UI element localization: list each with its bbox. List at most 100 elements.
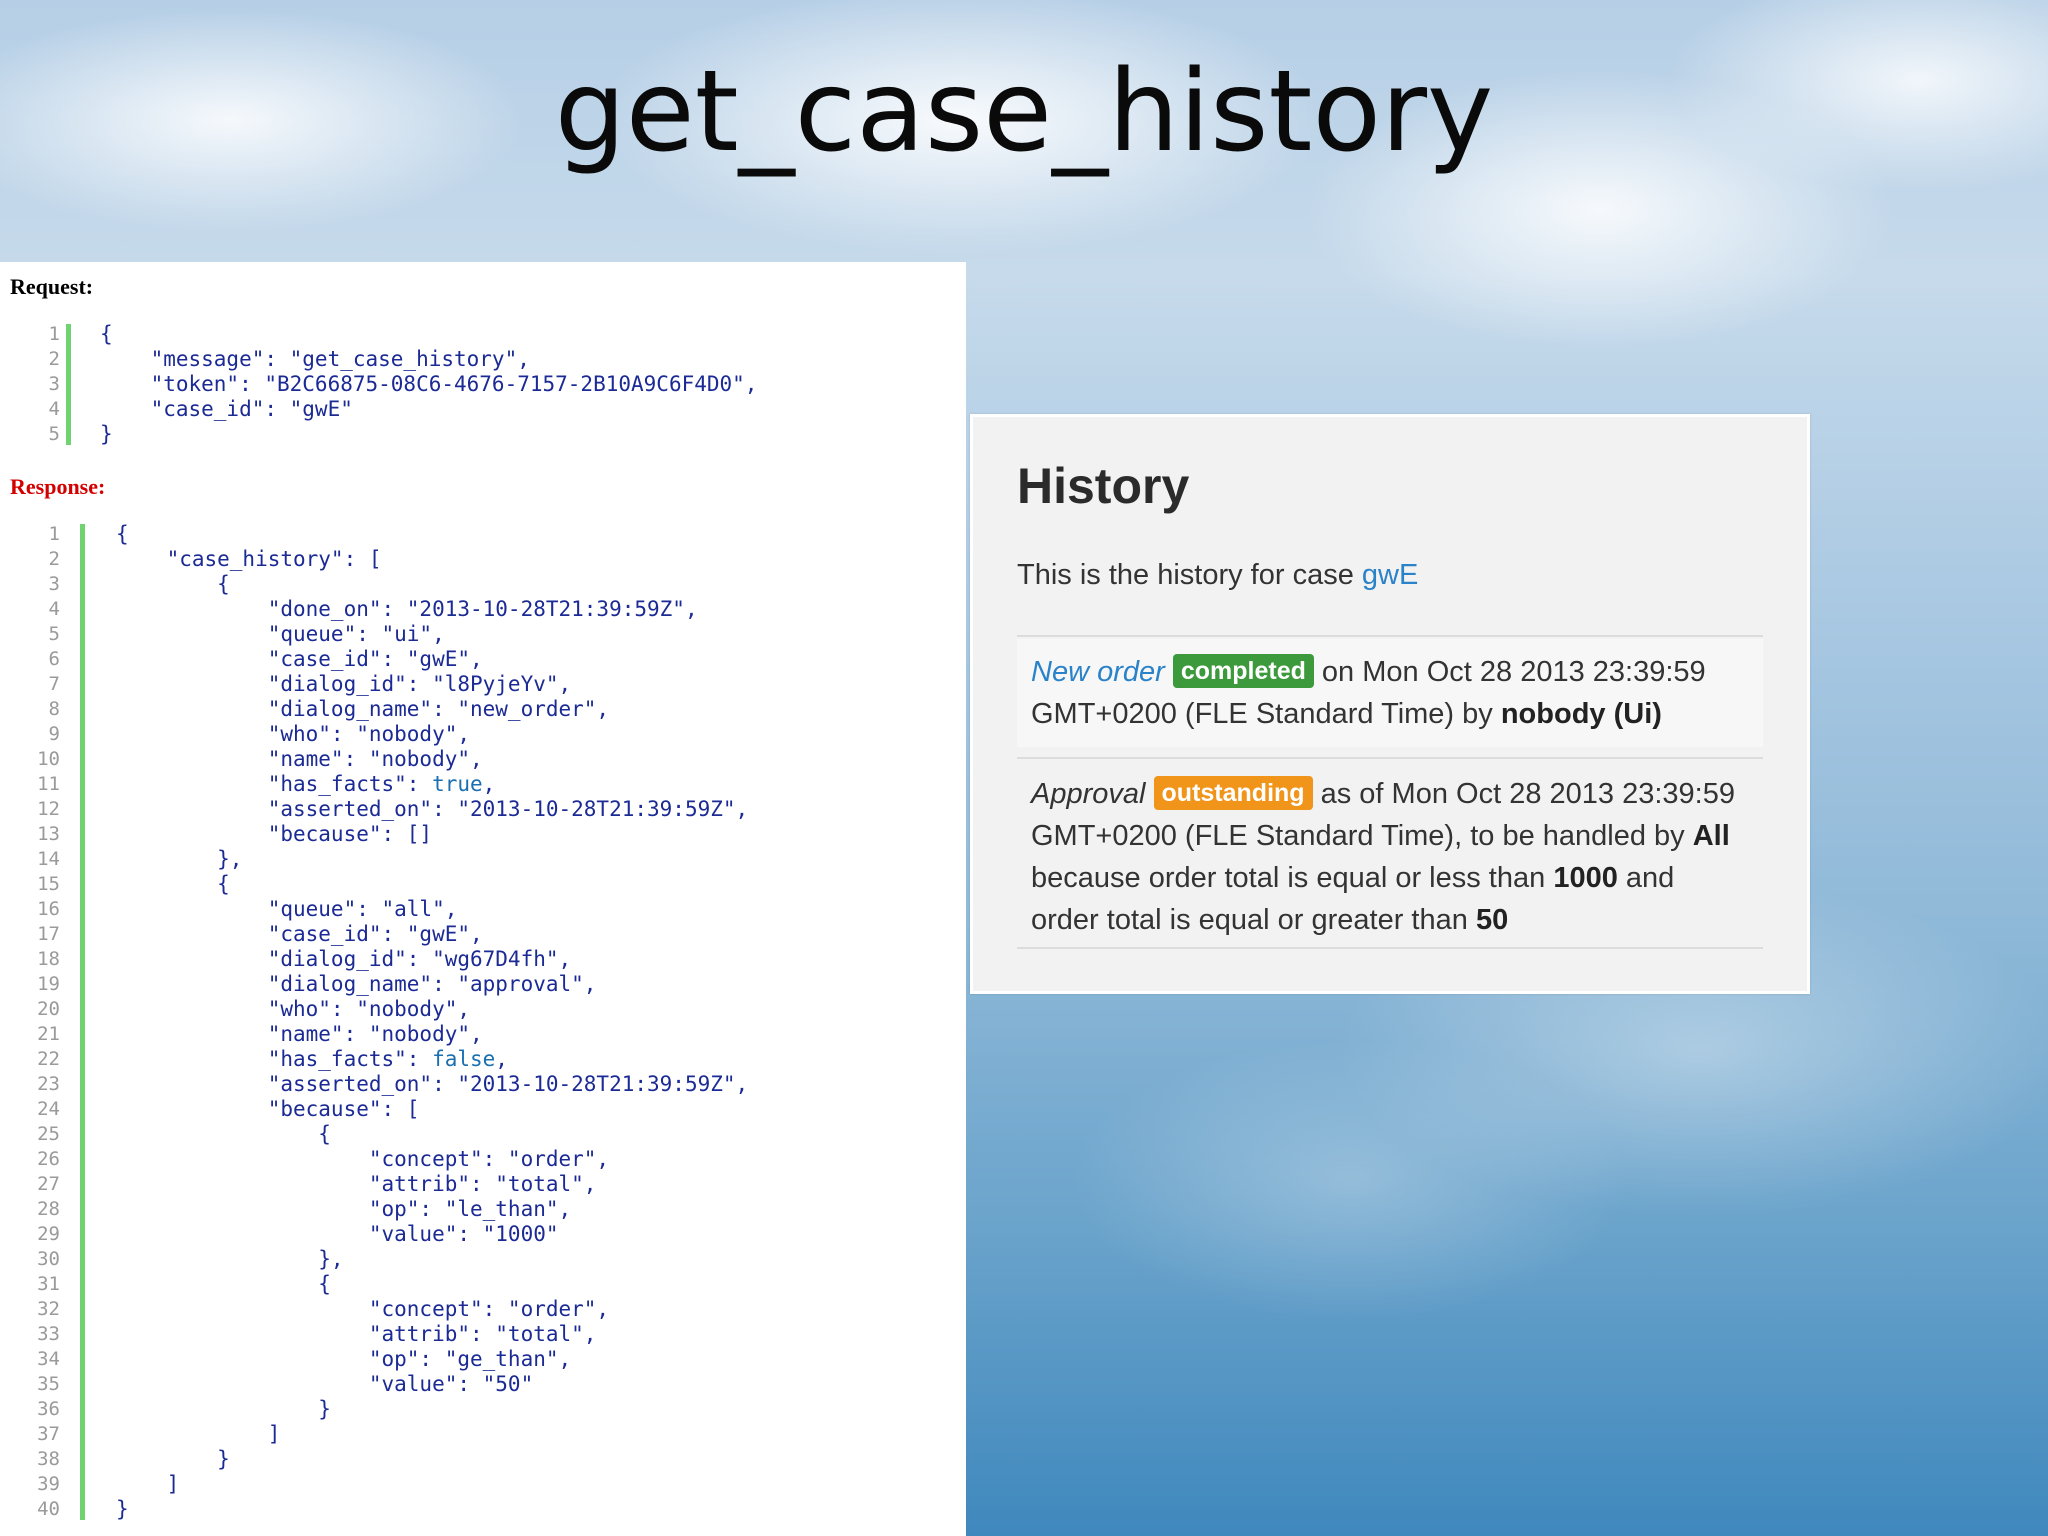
code-text: "dialog_name": "new_order", <box>116 697 610 721</box>
line-number: 30 <box>37 1248 60 1270</box>
line-number: 3 <box>48 373 60 395</box>
code-text: "op": "le_than", <box>116 1197 572 1221</box>
history-intro: This is the history for case gwE <box>1017 559 1418 592</box>
code-text: "has_facts": false, <box>116 1047 508 1071</box>
response-label: Response: <box>10 474 106 499</box>
history-intro-text: This is the history for case <box>1017 559 1362 591</box>
line-number: 25 <box>37 1123 60 1145</box>
code-text: }, <box>116 847 243 871</box>
history-entry-approval: Approval outstanding as of Mon Oct 28 20… <box>1017 761 1763 941</box>
code-text: } <box>116 1397 331 1421</box>
line-number: 4 <box>48 398 60 420</box>
code-text: "dialog_id": "l8PyjeYv", <box>116 672 572 696</box>
line-number: 38 <box>37 1448 60 1470</box>
code-text: "has_facts": true, <box>116 772 496 796</box>
line-number: 26 <box>37 1148 60 1170</box>
code-text: "asserted_on": "2013-10-28T21:39:59Z", <box>116 1072 749 1096</box>
line-number: 27 <box>37 1173 60 1195</box>
step-link-new-order[interactable]: New order <box>1031 656 1165 688</box>
code-text: "concept": "order", <box>116 1297 610 1321</box>
case-link[interactable]: gwE <box>1362 559 1418 591</box>
line-number: 1 <box>48 323 60 345</box>
line-number: 8 <box>48 698 60 720</box>
line-number: 4 <box>48 598 60 620</box>
line-number: 37 <box>37 1423 60 1445</box>
code-text: } <box>100 422 113 446</box>
entry-actor: nobody (Ui) <box>1500 698 1662 730</box>
line-number: 39 <box>37 1473 60 1495</box>
code-text: ] <box>116 1472 180 1496</box>
code-text: "name": "nobody", <box>116 1022 483 1046</box>
code-text: "attrib": "total", <box>116 1322 597 1346</box>
step-name-approval: Approval <box>1031 778 1146 810</box>
line-number: 23 <box>37 1073 60 1095</box>
code-text: "queue": "ui", <box>116 622 445 646</box>
divider <box>1017 757 1763 759</box>
line-number: 3 <box>48 573 60 595</box>
line-number: 32 <box>37 1298 60 1320</box>
line-number: 1 <box>48 523 60 545</box>
code-text: { <box>116 872 230 896</box>
line-number: 36 <box>37 1398 60 1420</box>
line-number: 11 <box>37 773 60 795</box>
line-number: 10 <box>37 748 60 770</box>
code-text: "because": [] <box>116 822 433 846</box>
code-text: "value": "50" <box>116 1372 534 1396</box>
status-badge-completed: completed <box>1172 654 1314 688</box>
code-text: "who": "nobody", <box>116 997 471 1021</box>
line-number: 18 <box>37 948 60 970</box>
code-text: "case_history": [ <box>116 547 382 571</box>
code-text: "queue": "all", <box>116 897 458 921</box>
line-number: 9 <box>48 723 60 745</box>
code-text: "case_id": "gwE", <box>116 647 483 671</box>
line-number: 31 <box>37 1273 60 1295</box>
line-number: 33 <box>37 1323 60 1345</box>
line-number: 20 <box>37 998 60 1020</box>
history-heading: History <box>1017 458 1190 514</box>
line-number: 12 <box>37 798 60 820</box>
code-text: "case_id": "gwE" <box>100 397 353 421</box>
line-number: 24 <box>37 1098 60 1120</box>
code-text: "name": "nobody", <box>116 747 483 771</box>
response-gutter-bar <box>80 524 85 1520</box>
code-text: "value": "1000" <box>116 1222 559 1246</box>
code-text: } <box>116 1447 230 1471</box>
code-text: "dialog_name": "approval", <box>116 972 597 996</box>
line-number: 14 <box>37 848 60 870</box>
code-text: "token": "B2C66875-08C6-4676-7157-2B10A9… <box>100 372 758 396</box>
line-number: 29 <box>37 1223 60 1245</box>
history-entry-new-order: New order completed on Mon Oct 28 2013 2… <box>1017 639 1763 747</box>
code-text: "dialog_id": "wg67D4fh", <box>116 947 572 971</box>
code-text: { <box>116 572 230 596</box>
line-number: 13 <box>37 823 60 845</box>
code-text: ] <box>116 1422 281 1446</box>
code-text: { <box>116 1272 331 1296</box>
status-badge-outstanding: outstanding <box>1153 776 1313 810</box>
code-text: "message": "get_case_history", <box>100 347 530 371</box>
code-text: "because": [ <box>116 1097 420 1121</box>
code-text: "concept": "order", <box>116 1147 610 1171</box>
line-number: 22 <box>37 1048 60 1070</box>
code-text: "attrib": "total", <box>116 1172 597 1196</box>
code-text: "case_id": "gwE", <box>116 922 483 946</box>
history-card: History This is the history for case gwE… <box>970 414 1810 994</box>
divider <box>1017 635 1763 637</box>
code-text: "op": "ge_than", <box>116 1347 572 1371</box>
line-number: 5 <box>48 423 60 445</box>
line-number: 2 <box>48 348 60 370</box>
line-number: 21 <box>37 1023 60 1045</box>
code-text: { <box>100 322 113 346</box>
code-text: "done_on": "2013-10-28T21:39:59Z", <box>116 597 698 621</box>
code-text: "who": "nobody", <box>116 722 471 746</box>
line-number: 15 <box>37 873 60 895</box>
entry-value-min: 50 <box>1475 904 1509 936</box>
line-number: 17 <box>37 923 60 945</box>
line-number: 19 <box>37 973 60 995</box>
line-number: 35 <box>37 1373 60 1395</box>
slide-title: get_case_history <box>554 47 1494 177</box>
line-number: 2 <box>48 548 60 570</box>
line-number: 16 <box>37 898 60 920</box>
code-text: { <box>116 522 129 546</box>
request-gutter-bar <box>66 324 71 445</box>
line-number: 28 <box>37 1198 60 1220</box>
